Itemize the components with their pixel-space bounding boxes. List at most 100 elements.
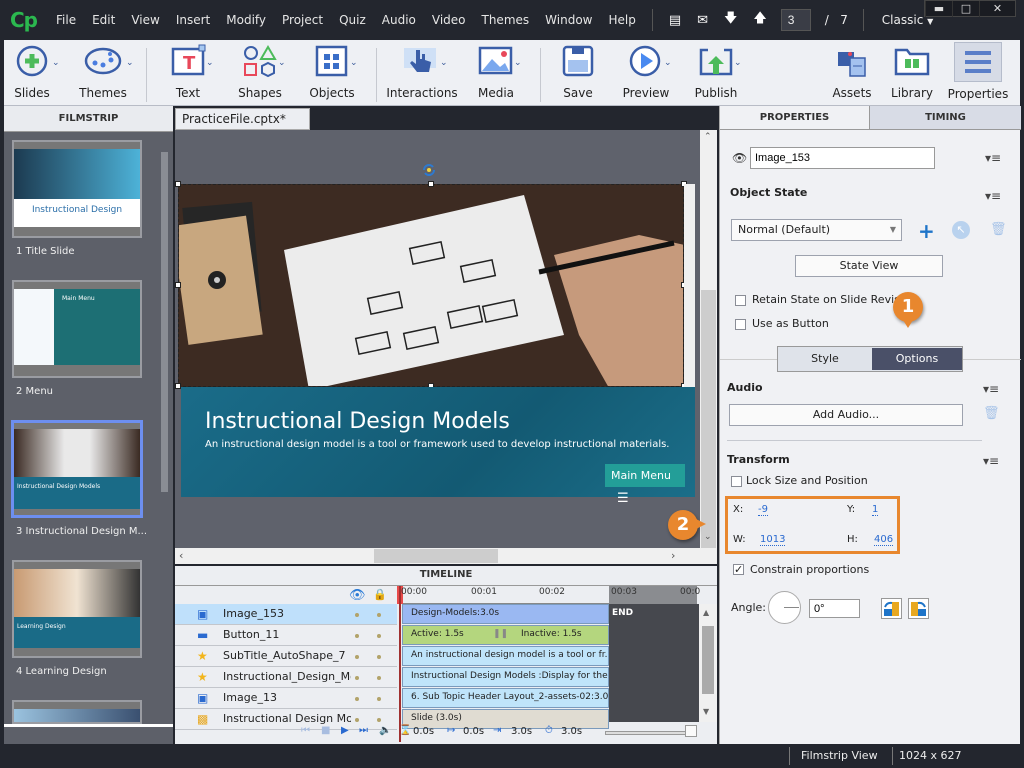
slide-thumbnail-3[interactable]: Instructional Design Models [11, 420, 143, 518]
menu-window[interactable]: Window [537, 13, 600, 27]
minimize-button[interactable]: ▬ [925, 1, 952, 17]
constrain-checkbox[interactable]: ✓ [733, 564, 744, 575]
timeline-zoom-thumb[interactable] [685, 725, 697, 737]
slide-thumbnail-1[interactable]: Instructional Design [12, 140, 142, 238]
w-value[interactable]: 1013 [760, 534, 786, 546]
y-value[interactable]: 1 [872, 504, 879, 516]
resize-handle[interactable] [175, 181, 181, 187]
objects-button[interactable]: ⌄ Objects [309, 44, 358, 100]
preview-button[interactable]: ⌄ Preview [623, 44, 672, 100]
subtab-style[interactable]: Style [778, 347, 872, 371]
slides-button[interactable]: ⌄ Slides [10, 44, 60, 100]
add-state-icon[interactable]: + [918, 219, 935, 243]
state-view-button[interactable]: State View [795, 255, 943, 277]
options-menu-icon[interactable]: ▾≡ [985, 151, 1001, 165]
captions-icon[interactable]: ▤ [669, 13, 681, 28]
library-button[interactable]: Library [891, 44, 933, 100]
lock-dot[interactable] [377, 634, 381, 638]
delete-state-icon[interactable]: 🗑 [990, 222, 1007, 237]
visibility-eye-icon[interactable]: 👁 [732, 151, 747, 165]
scroll-up-icon[interactable]: ▲ [703, 608, 709, 617]
subtab-options[interactable]: Options [872, 348, 962, 370]
menu-project[interactable]: Project [274, 13, 331, 27]
text-button[interactable]: T ⌄ Text [166, 44, 214, 100]
menu-help[interactable]: Help [600, 13, 643, 27]
use-as-button-checkbox[interactable] [735, 319, 746, 330]
timeline-zoom-slider[interactable] [605, 731, 695, 735]
timeline-row[interactable]: ▬ Button_11 [175, 625, 397, 646]
timeline-bar[interactable]: Design-Models:3.0s [402, 604, 609, 624]
scroll-thumb[interactable] [374, 549, 498, 563]
slide-thumbnail-4[interactable]: Learning Design [12, 560, 142, 658]
lock-size-checkbox[interactable] [731, 476, 742, 487]
menu-edit[interactable]: Edit [84, 13, 123, 27]
angle-dial[interactable] [768, 591, 801, 624]
timeline-ruler[interactable]: 00:00 00:01 00:02 00:03 00:0 [397, 586, 700, 604]
rotate-right-button[interactable] [908, 598, 929, 619]
visibility-dot[interactable] [355, 655, 359, 659]
options-menu-icon[interactable]: ▾≡ [983, 454, 999, 468]
options-menu-icon[interactable]: ▾≡ [985, 189, 1001, 203]
timeline-bar[interactable]: An instructional design model is a tool … [402, 646, 609, 666]
state-dropdown[interactable]: Normal (Default) ▼ [731, 219, 902, 241]
lock-dot[interactable] [377, 676, 381, 680]
arrow-down-icon[interactable]: 🡇 [724, 9, 737, 31]
filmstrip-scrollbar[interactable] [161, 152, 168, 492]
maximize-button[interactable]: □ [952, 1, 979, 17]
assets-button[interactable]: Assets [832, 44, 872, 100]
timeline-bar[interactable]: Active: 1.5s ❚❚ Inactive: 1.5s [402, 625, 609, 645]
stage-horizontal-scrollbar[interactable]: ‹ › [175, 548, 717, 564]
media-button[interactable]: ⌄ Media [474, 44, 522, 100]
slide-thumbnail-2[interactable]: Main Menu [12, 280, 142, 378]
visibility-dot[interactable] [355, 676, 359, 680]
document-tab[interactable]: PracticeFile.cptx* × [175, 108, 310, 140]
resize-handle[interactable] [175, 282, 181, 288]
menu-modify[interactable]: Modify [218, 13, 274, 27]
scroll-thumb[interactable] [701, 290, 716, 550]
menu-audio[interactable]: Audio [374, 13, 424, 27]
tab-timing[interactable]: TIMING [869, 106, 1021, 130]
eye-icon[interactable]: 👁 [349, 588, 366, 603]
save-button[interactable]: Save [560, 44, 596, 100]
timeline-bar[interactable]: 6. Sub Topic Header Layout_2-assets-02:3… [402, 688, 609, 708]
menu-themes[interactable]: Themes [474, 13, 538, 27]
menu-video[interactable]: Video [424, 13, 474, 27]
timeline-row[interactable]: ★ Instructional_Design_Mo... [175, 667, 397, 688]
timeline-row[interactable]: ▣ Image_153 [175, 604, 397, 625]
skip-end-icon[interactable]: ⏭ [359, 725, 368, 736]
lock-dot[interactable] [377, 613, 381, 617]
scroll-up-icon[interactable]: ⌃ [704, 132, 712, 142]
scroll-thumb[interactable] [702, 626, 714, 694]
scroll-left-icon[interactable]: ‹ [179, 549, 183, 562]
object-name-input[interactable] [750, 147, 935, 169]
close-button[interactable]: ✕ [979, 1, 1015, 17]
volume-icon[interactable]: 🔈 [379, 725, 391, 736]
main-menu-button[interactable]: Main Menu ☰ [605, 464, 685, 506]
stage-vertical-scrollbar[interactable]: ⌃ ⌄ [700, 130, 717, 550]
lock-icon[interactable]: 🔒 [373, 588, 387, 601]
h-value[interactable]: 406 [874, 534, 894, 546]
menu-insert[interactable]: Insert [168, 13, 218, 27]
angle-input[interactable] [809, 599, 860, 618]
retain-state-checkbox[interactable] [735, 295, 746, 306]
x-value[interactable]: -9 [758, 504, 768, 516]
interactions-button[interactable]: ⌄ Interactions [386, 44, 458, 100]
menu-view[interactable]: View [123, 13, 167, 27]
timeline-bar[interactable]: Instructional Design Models :Display for… [402, 667, 609, 687]
rotate-left-button[interactable] [881, 598, 902, 619]
tab-properties[interactable]: PROPERTIES [720, 106, 869, 130]
menu-file[interactable]: File [48, 13, 84, 27]
lock-dot[interactable] [377, 655, 381, 659]
page-number-input[interactable] [780, 9, 811, 31]
scroll-right-icon[interactable]: › [671, 549, 675, 562]
timeline-row[interactable]: ★ SubTitle_AutoShape_7 [175, 646, 397, 667]
themes-button[interactable]: ⌄ Themes [78, 44, 134, 100]
menu-quiz[interactable]: Quiz [331, 13, 374, 27]
play-icon[interactable]: ▶ [341, 725, 349, 736]
lock-dot[interactable] [377, 697, 381, 701]
timeline-row[interactable]: ▣ Image_13 [175, 688, 397, 709]
shapes-button[interactable]: ⌄ Shapes [238, 44, 286, 100]
scroll-down-icon[interactable]: ▼ [703, 707, 709, 716]
arrow-up-icon[interactable]: 🡅 [753, 9, 766, 31]
visibility-dot[interactable] [355, 634, 359, 638]
